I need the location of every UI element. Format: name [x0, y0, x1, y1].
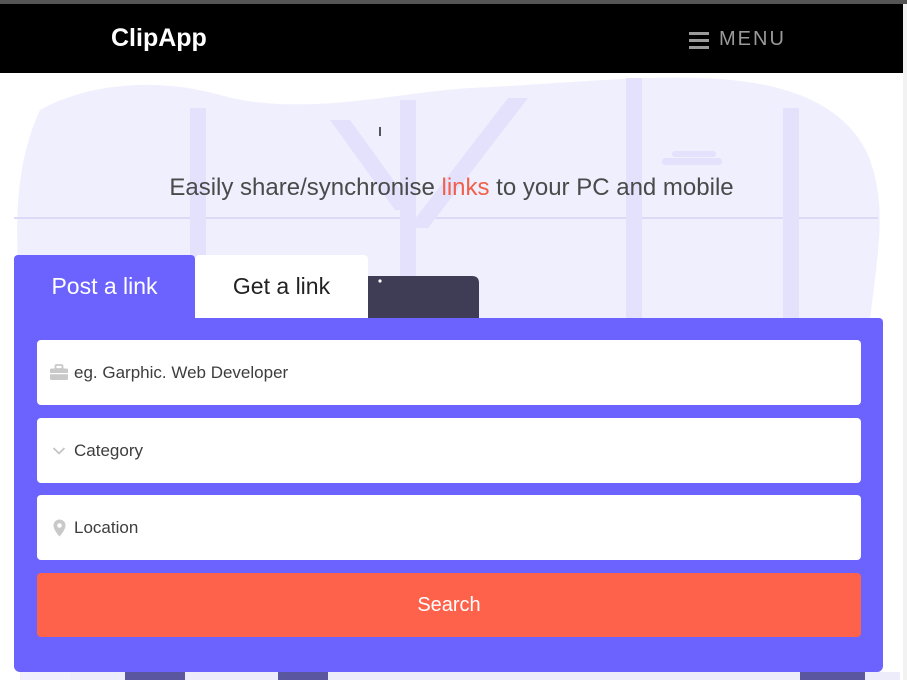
briefcase-icon — [49, 364, 69, 381]
map-pin-icon — [49, 519, 69, 537]
keyword-input[interactable] — [74, 362, 814, 383]
hamburger-icon — [689, 31, 709, 49]
search-button[interactable]: Search — [37, 573, 861, 637]
menu-label: MENU — [719, 28, 786, 50]
tagline-text: Easily share/synchronise — [169, 174, 442, 201]
keyword-field[interactable] — [37, 340, 861, 405]
search-form-panel: Category Search — [14, 318, 883, 672]
menu-button[interactable]: MENU — [689, 28, 786, 51]
hero-tagline: Easily share/synchronise links to your P… — [0, 174, 903, 202]
tab-get-a-link[interactable]: Get a link — [195, 255, 368, 318]
tagline-accent-text: links — [441, 174, 490, 201]
scrollbar-track[interactable] — [903, 4, 907, 680]
chevron-down-icon — [49, 446, 69, 456]
location-field[interactable] — [37, 495, 861, 560]
navbar: ClipApp MENU — [0, 4, 903, 73]
location-input[interactable] — [74, 517, 814, 538]
tab-post-a-link[interactable]: Post a link — [14, 255, 195, 318]
category-select[interactable]: Category — [37, 418, 861, 483]
tagline-text-end: to your PC and mobile — [489, 174, 734, 201]
category-select-value: Category — [74, 440, 143, 460]
brand-logo[interactable]: ClipApp — [111, 24, 207, 53]
